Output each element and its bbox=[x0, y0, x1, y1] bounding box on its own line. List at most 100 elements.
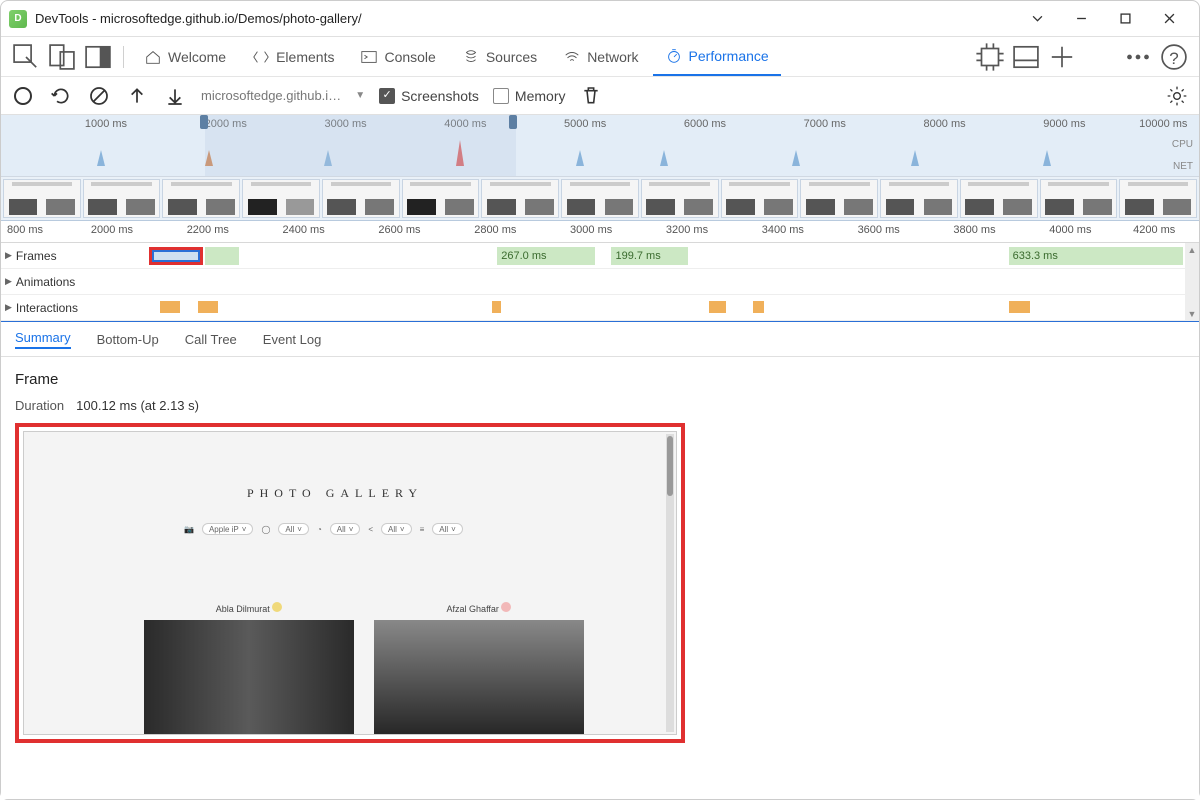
tab-bottom-up[interactable]: Bottom-Up bbox=[97, 332, 159, 347]
filmstrip-thumb[interactable] bbox=[880, 179, 958, 218]
filmstrip-thumb[interactable] bbox=[3, 179, 81, 218]
frame-block[interactable]: 267.0 ms bbox=[497, 247, 595, 265]
interaction-block[interactable] bbox=[709, 301, 725, 313]
trash-icon[interactable] bbox=[579, 84, 603, 108]
app-favicon: D bbox=[9, 10, 27, 28]
chevron-down-icon[interactable] bbox=[1015, 3, 1059, 35]
interactions-track[interactable]: ▶ Interactions bbox=[1, 295, 1199, 321]
filmstrip-thumb[interactable] bbox=[960, 179, 1038, 218]
cpu-spike bbox=[792, 150, 800, 166]
ruler-tick: 3800 ms bbox=[953, 224, 995, 236]
filmstrip-thumb[interactable] bbox=[242, 179, 320, 218]
tab-console[interactable]: Console bbox=[348, 38, 447, 76]
cpu-spike bbox=[97, 150, 105, 166]
minimize-button[interactable] bbox=[1059, 3, 1103, 35]
screenshots-label: Screenshots bbox=[401, 88, 479, 104]
cpu-spike bbox=[660, 150, 668, 166]
screenshots-checkbox[interactable]: ✓ Screenshots bbox=[379, 88, 479, 104]
inspect-icon[interactable] bbox=[9, 40, 43, 74]
filmstrip-thumb[interactable] bbox=[481, 179, 559, 218]
summary-heading: Frame bbox=[15, 371, 1185, 388]
tab-welcome[interactable]: Welcome bbox=[132, 38, 238, 76]
detail-time-ruler[interactable]: 800 ms 2000 ms 2200 ms 2400 ms 2600 ms 2… bbox=[1, 221, 1199, 243]
filmstrip-thumb[interactable] bbox=[83, 179, 161, 218]
filmstrip-thumb[interactable] bbox=[1119, 179, 1197, 218]
tab-event-log[interactable]: Event Log bbox=[263, 332, 322, 347]
window-titlebar: D DevTools - microsoftedge.github.io/Dem… bbox=[1, 1, 1199, 37]
overview-timeline[interactable]: 1000 ms 2000 ms 3000 ms 4000 ms 5000 ms … bbox=[1, 115, 1199, 177]
interaction-block[interactable] bbox=[753, 301, 764, 313]
preview-filter-bar: 📷 Apple iP ˅ ◯ All ˅ ◔ All ˅ < All ˅ ≡ A… bbox=[184, 522, 496, 536]
add-tab-icon[interactable] bbox=[1045, 40, 1079, 74]
ruler-tick: 3000 ms bbox=[570, 224, 612, 236]
dock-side-icon[interactable] bbox=[81, 40, 115, 74]
ruler-tick: 2600 ms bbox=[378, 224, 420, 236]
overview-tick: 10000 ms bbox=[1139, 118, 1187, 130]
aperture-icon: ◯ bbox=[261, 525, 270, 534]
device-toggle-icon[interactable] bbox=[45, 40, 79, 74]
interaction-block[interactable] bbox=[492, 301, 501, 313]
load-profile-button[interactable] bbox=[125, 84, 149, 108]
interaction-block[interactable] bbox=[198, 301, 218, 313]
recording-url[interactable]: microsoftedge.github.i… bbox=[201, 88, 341, 103]
help-icon[interactable]: ? bbox=[1157, 40, 1191, 74]
more-icon[interactable] bbox=[1121, 40, 1155, 74]
selection-handle-left[interactable] bbox=[200, 115, 208, 129]
expand-icon[interactable]: ▶ bbox=[5, 250, 12, 261]
tab-performance[interactable]: Performance bbox=[653, 38, 781, 76]
close-button[interactable] bbox=[1147, 3, 1191, 35]
drawer-icon[interactable] bbox=[1009, 40, 1043, 74]
filmstrip-thumb[interactable] bbox=[721, 179, 799, 218]
tracks-scrollbar[interactable]: ▲▼ bbox=[1185, 243, 1199, 321]
dropdown-chevron-icon[interactable]: ▼ bbox=[355, 90, 365, 101]
tab-call-tree[interactable]: Call Tree bbox=[185, 332, 237, 347]
interactions-label: Interactions bbox=[16, 301, 78, 315]
checkbox-empty-icon bbox=[493, 88, 509, 104]
interaction-block[interactable] bbox=[160, 301, 180, 313]
frame-block[interactable]: 199.7 ms bbox=[611, 247, 687, 265]
overview-tick: 8000 ms bbox=[923, 118, 965, 130]
screenshot-filmstrip[interactable] bbox=[1, 177, 1199, 221]
frame-block[interactable] bbox=[205, 247, 240, 265]
tab-summary[interactable]: Summary bbox=[15, 330, 71, 349]
filmstrip-thumb[interactable] bbox=[1040, 179, 1118, 218]
tab-network[interactable]: Network bbox=[551, 38, 650, 76]
net-track-label: NET bbox=[1173, 161, 1193, 172]
settings-gear-icon[interactable] bbox=[1165, 84, 1189, 108]
filmstrip-thumb[interactable] bbox=[641, 179, 719, 218]
reload-record-button[interactable] bbox=[49, 84, 73, 108]
tab-network-label: Network bbox=[587, 49, 638, 65]
filmstrip-thumb[interactable] bbox=[561, 179, 639, 218]
selected-frame-block[interactable] bbox=[149, 247, 203, 265]
memory-checkbox[interactable]: Memory bbox=[493, 88, 566, 104]
tab-sources[interactable]: Sources bbox=[450, 38, 549, 76]
animations-track[interactable]: ▶Animations bbox=[1, 269, 1199, 295]
clear-button[interactable] bbox=[87, 84, 111, 108]
scroll-down-icon[interactable]: ▼ bbox=[1188, 309, 1197, 319]
save-profile-button[interactable] bbox=[163, 84, 187, 108]
cpu-spike bbox=[576, 150, 584, 166]
ruler-tick: 2800 ms bbox=[474, 224, 516, 236]
frames-track[interactable]: ▶Frames 267.0 ms 199.7 ms 633.3 ms bbox=[1, 243, 1199, 269]
tab-elements[interactable]: Elements bbox=[240, 38, 346, 76]
list-icon: ≡ bbox=[420, 525, 425, 534]
record-button[interactable] bbox=[11, 84, 35, 108]
scroll-up-icon[interactable]: ▲ bbox=[1188, 245, 1197, 255]
filmstrip-thumb[interactable] bbox=[402, 179, 480, 218]
frame-block[interactable]: 633.3 ms bbox=[1009, 247, 1183, 265]
filmstrip-thumb[interactable] bbox=[162, 179, 240, 218]
overview-selection[interactable] bbox=[205, 115, 516, 176]
panel-tabstrip: Welcome Elements Console Sources Network… bbox=[1, 37, 1199, 77]
filmstrip-thumb[interactable] bbox=[800, 179, 878, 218]
expand-icon[interactable]: ▶ bbox=[5, 302, 12, 313]
maximize-button[interactable] bbox=[1103, 3, 1147, 35]
selection-handle-right[interactable] bbox=[509, 115, 517, 129]
ruler-tick: 4000 ms bbox=[1049, 224, 1091, 236]
preview-page-title: PHOTO GALLERY bbox=[24, 486, 646, 501]
checkbox-checked-icon: ✓ bbox=[379, 88, 395, 104]
filmstrip-thumb[interactable] bbox=[322, 179, 400, 218]
interaction-block[interactable] bbox=[1009, 301, 1031, 313]
cpu-chip-icon[interactable] bbox=[973, 40, 1007, 74]
overview-tick: 9000 ms bbox=[1043, 118, 1085, 130]
expand-icon[interactable]: ▶ bbox=[5, 276, 12, 287]
